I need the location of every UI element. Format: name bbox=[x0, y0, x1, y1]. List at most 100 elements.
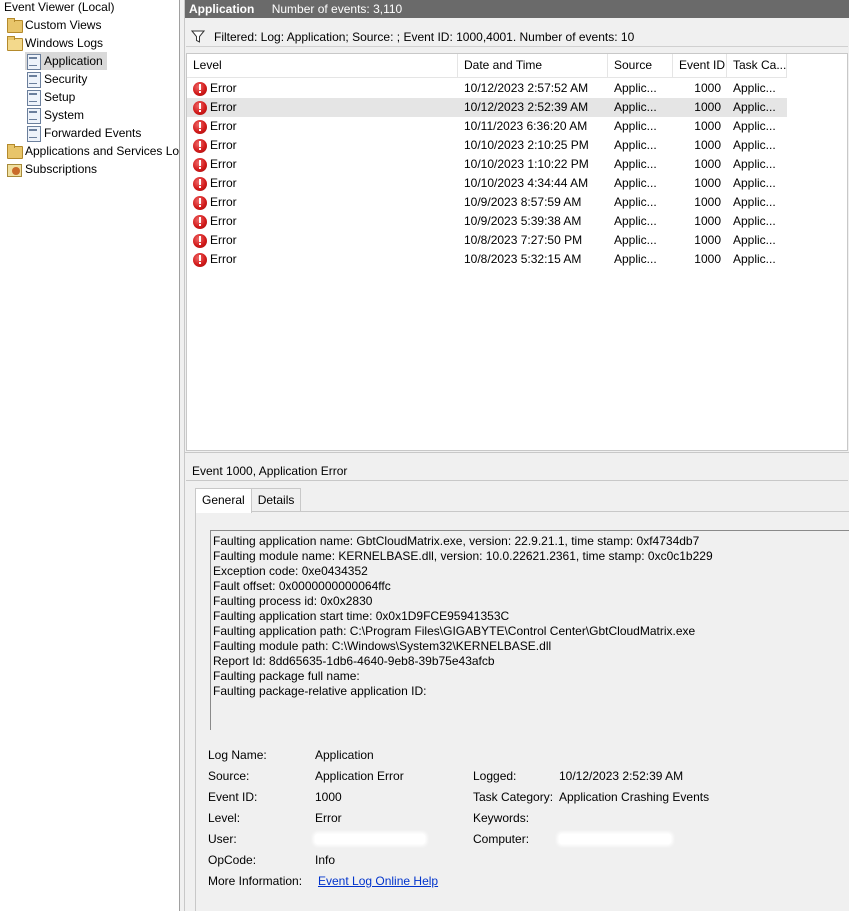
table-row[interactable]: Error 10/9/2023 5:39:38 AM Applic... 1000 Ap… bbox=[187, 212, 787, 231]
error-icon bbox=[193, 176, 207, 191]
computer-label: Computer: bbox=[473, 832, 530, 846]
tree-item-subscriptions[interactable]: Subscriptions bbox=[6, 160, 101, 178]
cell-level-text: Error bbox=[210, 100, 237, 114]
table-row[interactable]: Error 10/10/2023 2:10:25 PM Applic... 1000 A… bbox=[187, 136, 787, 155]
event-log-icon bbox=[25, 53, 41, 70]
cell-level: Error bbox=[187, 98, 458, 117]
error-icon bbox=[193, 252, 207, 267]
cell-event-id: 1000 bbox=[694, 252, 721, 266]
tab-general[interactable]: General bbox=[195, 488, 252, 513]
folder-open-icon bbox=[6, 35, 23, 51]
logged-label: Logged: bbox=[473, 769, 517, 783]
cell-event-id: 1000 bbox=[694, 176, 721, 190]
cell-level: Error bbox=[187, 155, 458, 174]
cell-level: Error bbox=[187, 231, 458, 250]
cell-level: Error bbox=[187, 117, 458, 136]
folder-icon bbox=[6, 143, 23, 159]
subscriptions-icon bbox=[6, 161, 22, 177]
cell-event-id: 1000 bbox=[694, 195, 721, 209]
event-log-online-help-link[interactable]: Event Log Online Help bbox=[318, 874, 438, 889]
description-line: Faulting application start time: 0x0x1D9… bbox=[213, 609, 510, 623]
cell-level-text: Error bbox=[210, 157, 237, 171]
tree-item-label: Custom Views bbox=[25, 18, 102, 32]
event-log-icon bbox=[25, 71, 41, 88]
tab-details[interactable]: Details bbox=[250, 488, 302, 512]
tree-item-setup[interactable]: Setup bbox=[25, 88, 79, 106]
cell-task-category: Applic... bbox=[733, 214, 776, 228]
log-name-value: Application bbox=[315, 748, 374, 762]
cell-task-category: Applic... bbox=[733, 195, 776, 209]
grid-header: Level Date and Time Source Event ID Task… bbox=[187, 54, 787, 78]
cell-date: 10/10/2023 2:10:25 PM bbox=[464, 138, 589, 152]
tree-item-label: Subscriptions bbox=[25, 162, 98, 176]
cell-source: Applic... bbox=[614, 138, 657, 152]
event-log-icon bbox=[25, 89, 41, 106]
description-line: Faulting module path: C:\Windows\System3… bbox=[213, 639, 552, 653]
cell-event-id: 1000 bbox=[694, 214, 721, 228]
event-id-label: Event ID: bbox=[208, 790, 258, 804]
logged-value: 10/12/2023 2:52:39 AM bbox=[559, 769, 684, 783]
cell-event-id: 1000 bbox=[694, 81, 721, 95]
tree-item-event-viewer-local[interactable]: Event Viewer (Local) bbox=[4, 0, 119, 16]
cell-date: 10/11/2023 6:36:20 AM bbox=[464, 119, 588, 133]
tree-item-windows-logs[interactable]: Windows Logs bbox=[6, 34, 107, 52]
tree-item-security[interactable]: Security bbox=[25, 70, 91, 88]
tree-item-label: Windows Logs bbox=[25, 36, 104, 50]
table-row[interactable]: Error 10/8/2023 5:32:15 AM Applic... 1000 Ap… bbox=[187, 250, 787, 269]
task-category-label: Task Category: bbox=[473, 790, 554, 804]
error-icon bbox=[193, 119, 207, 134]
column-header-event-id[interactable]: Event ID bbox=[673, 54, 727, 78]
log-name-label: Log Name: bbox=[208, 748, 267, 762]
horizontal-splitter[interactable] bbox=[185, 452, 849, 460]
error-icon bbox=[193, 233, 207, 248]
tree-item-applications-and-services[interactable]: Applications and Services Lo bbox=[6, 142, 179, 160]
cell-event-id: 1000 bbox=[694, 100, 721, 114]
table-row[interactable]: Error 10/10/2023 1:10:22 PM Applic... 1000 A… bbox=[187, 155, 787, 174]
cell-date: 10/9/2023 5:39:38 AM bbox=[464, 214, 582, 228]
cell-date: 10/8/2023 7:27:50 PM bbox=[464, 233, 583, 247]
error-icon bbox=[193, 214, 207, 229]
column-header-date[interactable]: Date and Time bbox=[458, 54, 608, 78]
cell-level-text: Error bbox=[210, 176, 237, 190]
cell-event-id: 1000 bbox=[694, 119, 721, 133]
tree-item-application[interactable]: Application bbox=[25, 52, 107, 70]
source-value: Application Error bbox=[315, 769, 404, 783]
cell-task-category: Applic... bbox=[733, 233, 776, 247]
description-line: Fault offset: 0x0000000000064ffc bbox=[213, 579, 391, 593]
error-icon bbox=[193, 195, 207, 210]
cell-date: 10/12/2023 2:52:39 AM bbox=[464, 100, 589, 114]
level-label: Level: bbox=[208, 811, 241, 825]
event-description-box[interactable]: Faulting application name: GbtCloudMatri… bbox=[210, 530, 849, 730]
events-grid: Level Date and Time Source Event ID Task… bbox=[186, 53, 848, 451]
tree-item-forwarded-events[interactable]: Forwarded Events bbox=[25, 124, 145, 142]
column-header-source[interactable]: Source bbox=[608, 54, 673, 78]
task-category-value: Application Crashing Events bbox=[559, 790, 710, 804]
cell-task-category: Applic... bbox=[733, 119, 776, 133]
cell-source: Applic... bbox=[614, 214, 657, 228]
cell-task-category: Applic... bbox=[733, 138, 776, 152]
level-value: Error bbox=[315, 811, 342, 825]
cell-level-text: Error bbox=[210, 138, 237, 152]
table-row[interactable]: Error 10/12/2023 2:52:39 AM Applic... 1000 A… bbox=[187, 98, 787, 117]
description-line: Faulting process id: 0x0x2830 bbox=[213, 594, 373, 608]
table-row[interactable]: Error 10/10/2023 4:34:44 AM Applic... 1000 A… bbox=[187, 174, 787, 193]
error-icon bbox=[193, 138, 207, 153]
column-header-level[interactable]: Level bbox=[187, 54, 458, 78]
table-row[interactable]: Error 10/8/2023 7:27:50 PM Applic... 1000 Ap… bbox=[187, 231, 787, 250]
cell-task-category: Applic... bbox=[733, 100, 776, 114]
description-line: Faulting module name: KERNELBASE.dll, ve… bbox=[213, 549, 713, 563]
event-viewer-window: Event Viewer (Local) Custom Views Window… bbox=[0, 0, 849, 911]
main-pane: Application Number of events: 3,110 Filt… bbox=[185, 0, 849, 911]
table-row[interactable]: Error 10/9/2023 8:57:59 AM Applic... 1000 Ap… bbox=[187, 193, 787, 212]
cell-level-text: Error bbox=[210, 233, 237, 247]
cell-level: Error bbox=[187, 250, 458, 269]
cell-date: 10/12/2023 2:57:52 AM bbox=[464, 81, 589, 95]
description-line: Faulting package full name: bbox=[213, 669, 360, 683]
table-row[interactable]: Error 10/11/2023 6:36:20 AM Applic... 1000 A… bbox=[187, 117, 787, 136]
cell-level: Error bbox=[187, 193, 458, 212]
cell-source: Applic... bbox=[614, 195, 657, 209]
table-row[interactable]: Error 10/12/2023 2:57:52 AM Applic... 1000 A… bbox=[187, 79, 787, 98]
tree-item-custom-views[interactable]: Custom Views bbox=[6, 16, 105, 34]
column-header-task-category[interactable]: Task Ca... bbox=[727, 54, 787, 78]
tree-item-system[interactable]: System bbox=[25, 106, 88, 124]
